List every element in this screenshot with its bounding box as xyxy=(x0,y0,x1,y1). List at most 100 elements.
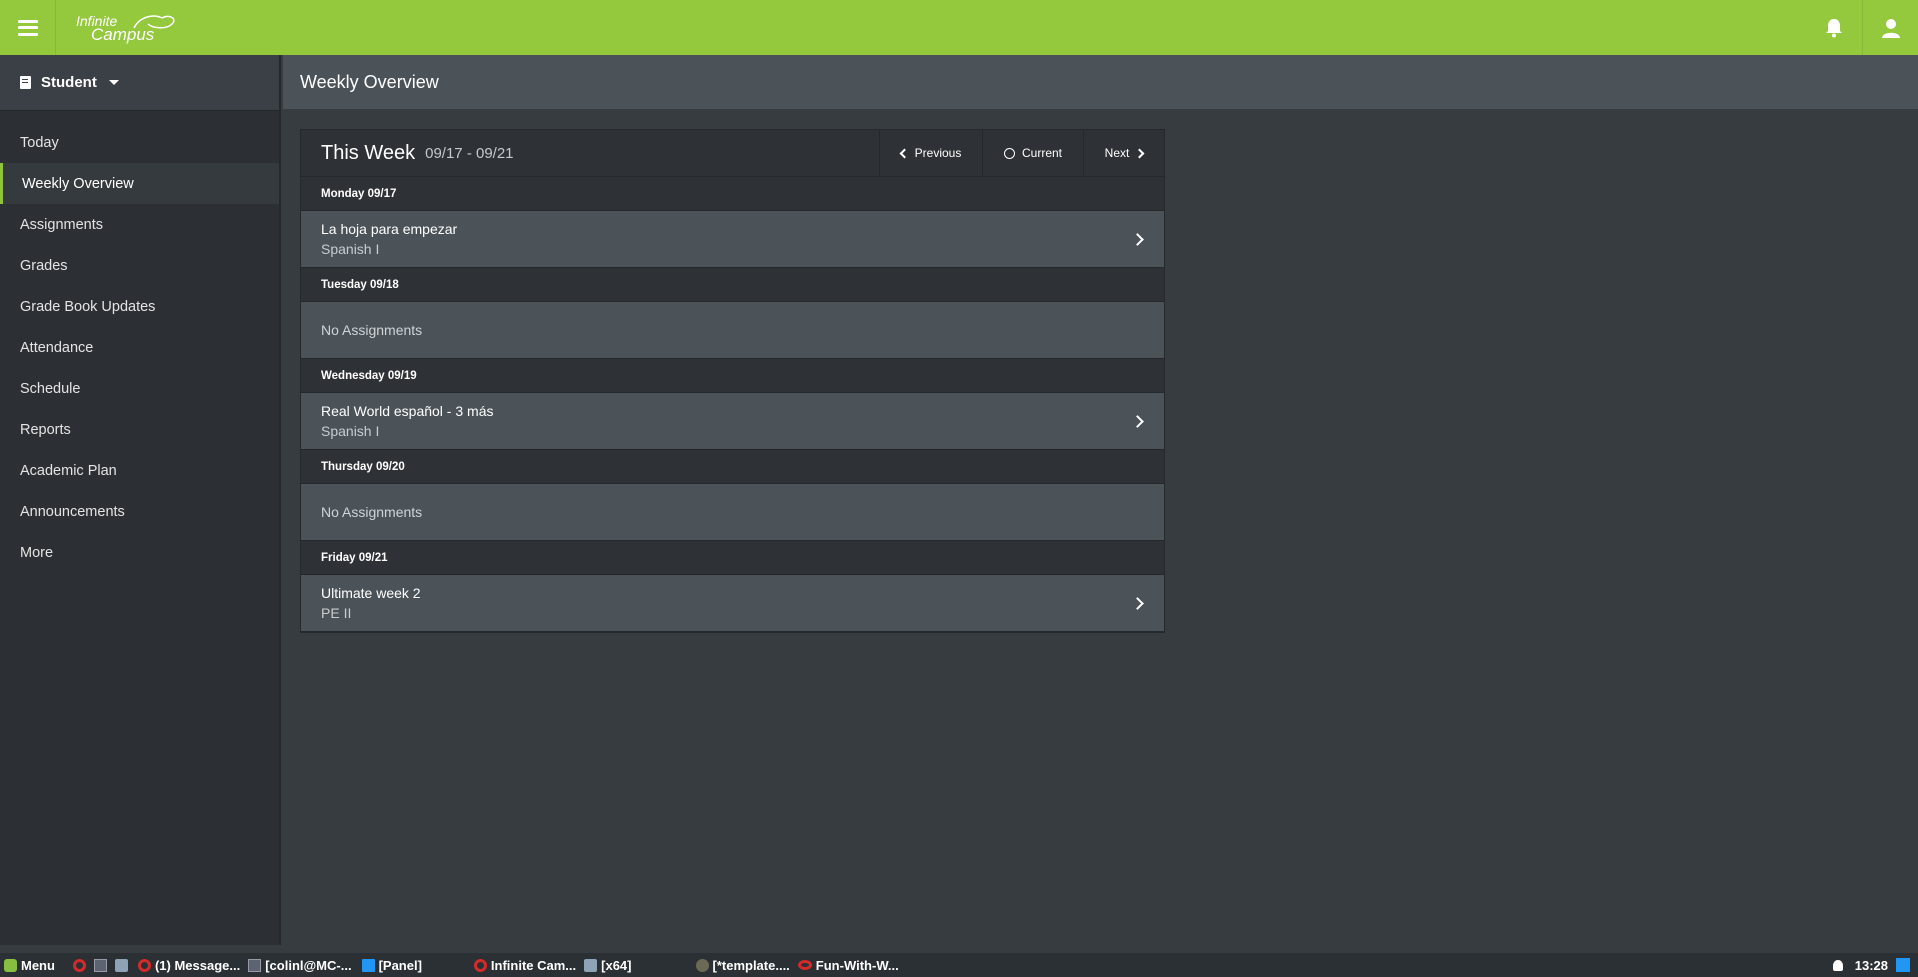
sidebar-item-grades[interactable]: Grades xyxy=(0,245,279,286)
mint-menu-icon xyxy=(4,958,17,972)
taskbar-window[interactable]: [x64] xyxy=(584,953,632,977)
opera-icon xyxy=(137,958,151,972)
sidebar-item-label: Grades xyxy=(20,257,68,274)
taskbar-user-indicator[interactable] xyxy=(1832,953,1847,977)
no-assignments-row: No Assignments xyxy=(301,301,1164,359)
sidebar-item-label: Attendance xyxy=(20,339,94,356)
sidebar-item-academic-plan[interactable]: Academic Plan xyxy=(0,450,279,491)
day-header: Friday 09/21 xyxy=(321,551,388,564)
opera-icon xyxy=(72,958,86,972)
folder-icon xyxy=(114,958,128,972)
page-header: Weekly Overview xyxy=(283,55,1918,109)
assignment-name: Ultimate week 2 xyxy=(321,585,421,601)
assignment-course: Spanish I xyxy=(321,241,380,257)
logo-swoosh-icon xyxy=(133,14,175,28)
day-header: Monday 09/17 xyxy=(321,187,397,200)
chevron-right-icon xyxy=(1134,148,1145,158)
terminal-icon xyxy=(93,958,107,972)
assignment-course: Spanish I xyxy=(321,423,380,439)
taskbar-launcher-opera[interactable] xyxy=(72,953,90,977)
sidebar-item-label: Reports xyxy=(20,421,71,438)
top-bar: Infinite Campus xyxy=(0,0,1918,55)
assignment-course: PE II xyxy=(321,605,352,621)
chevron-left-icon xyxy=(899,148,910,158)
book-icon xyxy=(20,76,31,89)
sidebar-item-label: Announcements xyxy=(20,503,125,520)
day-header: Wednesday 09/19 xyxy=(321,369,417,382)
sidebar-item-grade-book-updates[interactable]: Grade Book Updates xyxy=(0,286,279,327)
taskbar-window-label: [Panel] xyxy=(378,957,422,973)
sidebar-item-label: Weekly Overview xyxy=(22,175,134,192)
eye-icon xyxy=(797,960,812,970)
gimp-icon xyxy=(695,958,709,972)
user-icon[interactable] xyxy=(1862,0,1918,55)
workspace-switcher[interactable] xyxy=(1896,953,1914,977)
infinite-campus-logo[interactable]: Infinite Campus xyxy=(76,8,176,48)
no-assignments-text: No Assignments xyxy=(321,322,423,338)
sidebar-item-label: More xyxy=(20,544,54,561)
page-title: Weekly Overview xyxy=(300,71,439,92)
taskbar-window[interactable]: [Panel] xyxy=(361,953,422,977)
taskbar-menu-button[interactable]: Menu xyxy=(4,953,55,977)
taskbar-window[interactable]: [colinl@MC-... xyxy=(248,953,352,977)
taskbar-window[interactable]: Infinite Cam... xyxy=(473,953,577,977)
sidebar-item-assignments[interactable]: Assignments xyxy=(0,204,279,245)
sidebar-item-weekly-overview[interactable]: Weekly Overview xyxy=(0,163,279,204)
taskbar-window-label: Infinite Cam... xyxy=(490,957,577,973)
taskbar-window[interactable]: [*template.... xyxy=(695,953,790,977)
hamburger-menu-icon[interactable] xyxy=(0,0,56,55)
sidebar-item-schedule[interactable]: Schedule xyxy=(0,368,279,409)
sidebar-item-label: Assignments xyxy=(20,216,104,233)
assignment-row[interactable]: Real World español - 3 más Spanish I xyxy=(301,392,1164,450)
clock-label: 13:28 xyxy=(1854,957,1888,973)
assignment-name: La hoja para empezar xyxy=(321,221,458,237)
taskbar-window-label: Fun-With-W... xyxy=(815,957,899,973)
current-label: Current xyxy=(1021,146,1062,160)
sidebar-item-announcements[interactable]: Announcements xyxy=(0,491,279,532)
next-week-button[interactable]: Next xyxy=(1083,130,1164,176)
role-selector[interactable]: Student xyxy=(0,55,279,111)
sidebar-item-label: Schedule xyxy=(20,380,81,397)
os-taskbar: Menu (1) Message... [colinl@MC-... [Pane… xyxy=(0,953,1918,977)
taskbar-launcher-files[interactable] xyxy=(114,953,132,977)
caret-down-icon xyxy=(108,80,119,85)
day-header: Tuesday 09/18 xyxy=(321,278,399,291)
previous-label: Previous xyxy=(914,146,962,160)
chevron-right-icon xyxy=(1131,233,1144,246)
current-week-button[interactable]: Current xyxy=(982,130,1083,176)
taskbar-window[interactable]: (1) Message... xyxy=(137,953,240,977)
days-list: Monday 09/17 La hoja para empezar Spanish … xyxy=(301,177,1164,632)
sidebar-item-label: Grade Book Updates xyxy=(20,298,156,315)
taskbar-launcher-terminal[interactable] xyxy=(93,953,111,977)
next-label: Next xyxy=(1104,146,1130,160)
week-range: 09/17 - 09/21 xyxy=(425,144,514,162)
chevron-right-icon xyxy=(1131,597,1144,610)
week-header: This Week 09/17 - 09/21 Previous Current… xyxy=(301,130,1164,177)
assignment-row[interactable]: La hoja para empezar Spanish I xyxy=(301,210,1164,268)
no-assignments-text: No Assignments xyxy=(321,504,423,520)
sidebar: Student Today Weekly Overview Assignments G… xyxy=(0,55,281,945)
chevron-right-icon xyxy=(1131,415,1144,428)
sidebar-item-more[interactable]: More xyxy=(0,532,279,573)
taskbar-menu-label: Menu xyxy=(21,957,55,973)
assignment-name: Real World español - 3 más xyxy=(321,403,494,419)
sidebar-item-label: Academic Plan xyxy=(20,462,117,479)
taskbar-window-label: [x64] xyxy=(601,957,632,973)
sidebar-nav: Today Weekly Overview Assignments Grades Gra… xyxy=(0,122,279,573)
weekly-overview-panel: This Week 09/17 - 09/21 Previous Current… xyxy=(300,129,1165,633)
taskbar-window[interactable]: Fun-With-W... xyxy=(797,953,899,977)
sidebar-item-today[interactable]: Today xyxy=(0,122,279,163)
opera-icon xyxy=(473,958,487,972)
terminal-icon xyxy=(248,958,262,972)
previous-week-button[interactable]: Previous xyxy=(879,130,982,176)
bell-icon[interactable] xyxy=(1806,0,1862,55)
assignment-row[interactable]: Ultimate week 2 PE II xyxy=(301,574,1164,632)
folder-icon xyxy=(584,958,598,972)
panel-icon xyxy=(361,958,375,972)
week-title: This Week xyxy=(321,141,416,164)
sidebar-item-reports[interactable]: Reports xyxy=(0,409,279,450)
taskbar-clock[interactable]: 13:28 xyxy=(1855,953,1888,977)
circle-icon xyxy=(1003,147,1015,159)
sidebar-item-attendance[interactable]: Attendance xyxy=(0,327,279,368)
workspace-icon xyxy=(1896,958,1910,972)
